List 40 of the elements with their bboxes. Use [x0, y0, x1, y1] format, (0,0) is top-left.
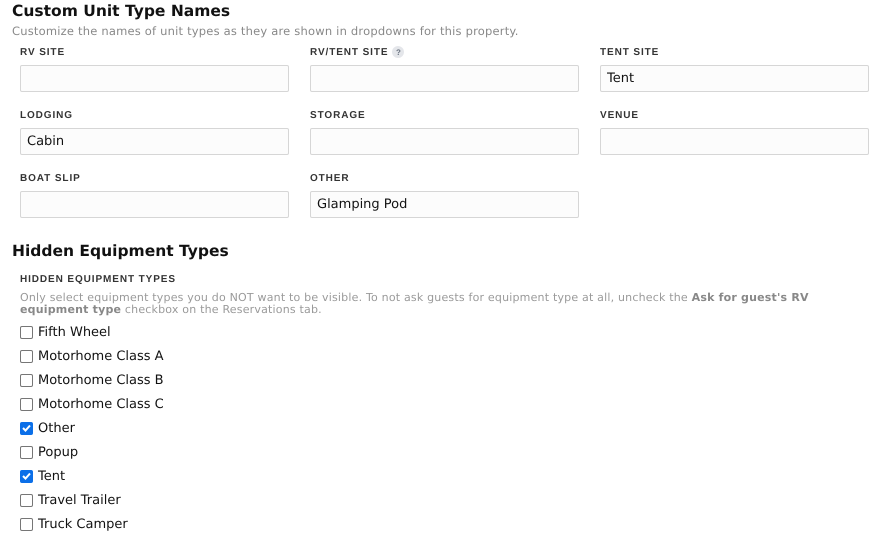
field-label: TENT SITE — [600, 46, 660, 58]
field-label: RV/TENT SITE — [310, 46, 388, 58]
checkbox[interactable] — [20, 326, 33, 338]
checkbox[interactable] — [20, 398, 33, 410]
option-label: Truck Camper — [38, 516, 128, 532]
field-label: HIDDEN EQUIPMENT TYPES — [20, 274, 177, 285]
text-field[interactable] — [600, 128, 869, 155]
field-label: OTHER — [310, 172, 350, 184]
help-text: Only select equipment types you do NOT want to be visible. To not ask guests for equipment type at all, uncheck the Ask for guest's RV equipment type checkbox on the Reservations tab. — [20, 292, 810, 316]
text-field[interactable]: Cabin — [20, 128, 289, 155]
section-title: Custom Unit Type Names — [12, 2, 232, 22]
checkbox[interactable] — [20, 374, 33, 386]
text-field[interactable] — [20, 65, 289, 92]
help-icon[interactable]: ? — [392, 46, 404, 58]
option-label: Travel Trailer — [38, 492, 121, 508]
text-field[interactable] — [310, 128, 579, 155]
field-label: VENUE — [600, 110, 639, 120]
checkbox[interactable] — [20, 350, 33, 362]
field-label: STORAGE — [310, 110, 366, 120]
text-field[interactable] — [310, 65, 579, 92]
option-label: Fifth Wheel — [38, 324, 111, 340]
option-label: Motorhome Class A — [38, 348, 164, 364]
field-label: LODGING — [20, 110, 73, 120]
checkbox[interactable] — [20, 470, 33, 482]
checkbox[interactable] — [20, 446, 33, 458]
checkbox[interactable] — [20, 518, 33, 530]
checkbox[interactable] — [20, 422, 33, 434]
section-subtitle: Customize the names of unit types as they are shown in dropdowns for this property. — [12, 24, 520, 38]
text-field[interactable] — [20, 191, 289, 218]
checkbox[interactable] — [20, 494, 33, 506]
text-field[interactable]: Glamping Pod — [310, 191, 579, 218]
field-label: RV SITE — [20, 46, 66, 58]
section-title: Hidden Equipment Types — [12, 242, 230, 262]
field-label: BOAT SLIP — [20, 172, 81, 184]
option-label: Motorhome Class C — [38, 396, 164, 412]
text-field[interactable]: Tent — [600, 65, 869, 92]
option-label: Motorhome Class B — [38, 372, 164, 388]
option-label: Tent — [38, 468, 66, 484]
option-label: Other — [38, 420, 75, 436]
option-label: Popup — [38, 444, 78, 460]
